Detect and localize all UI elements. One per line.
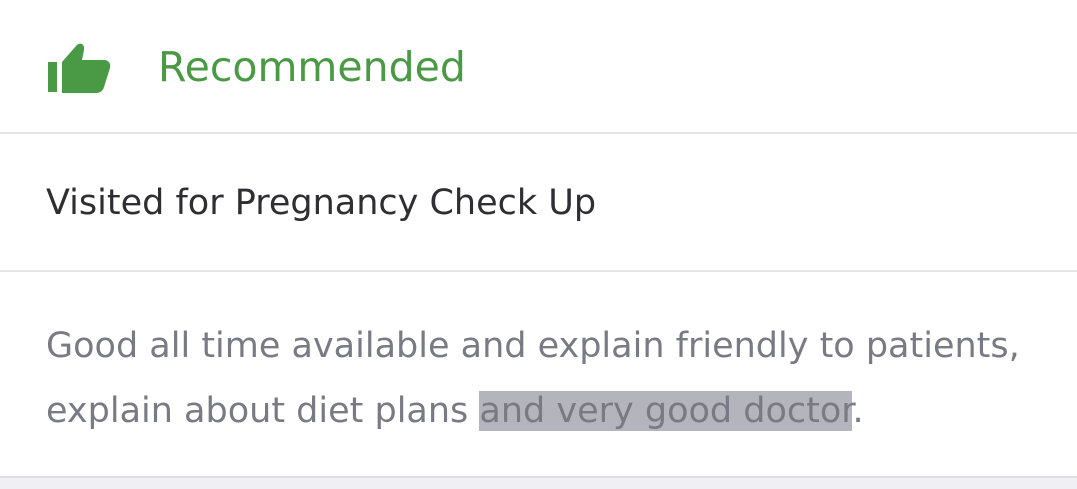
review-text-end: . [852, 391, 864, 431]
recommended-label: Recommended [158, 43, 466, 91]
recommendation-row: Recommended [0, 0, 1077, 134]
selected-text-highlight[interactable]: and very good doctor [479, 391, 853, 431]
visit-reason-text: Visited for Pregnancy Check Up [46, 183, 597, 223]
section-divider [0, 478, 1077, 489]
review-card: Recommended Visited for Pregnancy Check … [0, 0, 1077, 489]
visit-reason-row: Visited for Pregnancy Check Up [0, 134, 1077, 272]
review-text[interactable]: Good all time available and explain frie… [46, 314, 1036, 444]
review-text-row: Good all time available and explain frie… [0, 272, 1077, 478]
thumbs-up-icon [48, 43, 111, 93]
